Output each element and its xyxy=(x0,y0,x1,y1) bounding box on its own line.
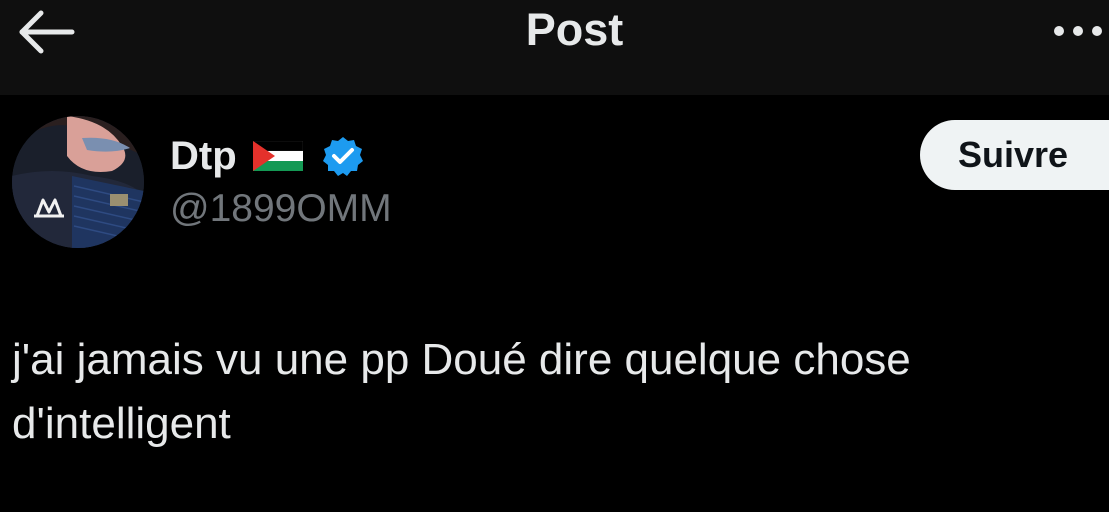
more-options-button[interactable] xyxy=(1048,14,1109,48)
profile-photo xyxy=(12,116,144,248)
follow-button[interactable]: Suivre xyxy=(920,120,1109,190)
post-text: j'ai jamais vu une pp Doué dire quelque … xyxy=(12,335,911,448)
ellipsis-horizontal-icon xyxy=(1054,26,1102,36)
verified-badge-icon xyxy=(322,137,363,176)
top-navigation-bar: Post xyxy=(0,0,1109,95)
user-handle[interactable]: @1899OMM xyxy=(170,186,392,232)
author-name-row[interactable]: Dtp xyxy=(170,132,363,180)
display-name[interactable]: Dtp xyxy=(170,133,237,179)
palestine-flag-icon xyxy=(252,141,303,171)
avatar[interactable] xyxy=(12,116,144,248)
page-title: Post xyxy=(525,4,624,55)
